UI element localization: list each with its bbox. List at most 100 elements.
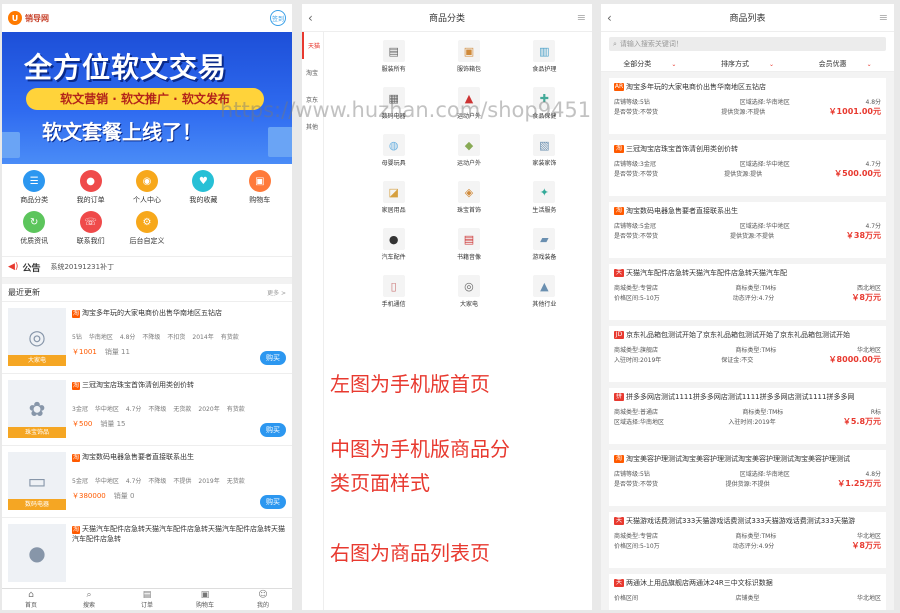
card-field: 4.8分 <box>865 98 882 106</box>
card-field: 华北地区 <box>857 594 882 602</box>
listing-card[interactable]: 天天猫汽车配件店急转天猫汽车配件店急转天猫汽车配 商城类型:专营店 商标类型:TM标… <box>609 264 886 320</box>
search-input[interactable]: ⌕ 请输入搜索关键词！ <box>609 37 886 51</box>
category-item[interactable]: ▤ 服装所有 <box>356 40 431 73</box>
sidebar-item[interactable]: 淘宝 <box>302 59 323 86</box>
tab-2[interactable]: ▤ 订单 <box>118 589 176 610</box>
quick-nav-item[interactable]: ☰ 商品分类 <box>6 170 62 205</box>
quick-nav-item[interactable]: ♥ 我的收藏 <box>175 170 231 205</box>
card-field: 商标类型:TM标 <box>735 532 777 540</box>
category-item[interactable]: ✚ 食品保健 <box>507 87 582 120</box>
sign-in-button[interactable]: 签到 <box>270 10 286 26</box>
price-row: ￥500 销量 15 <box>72 419 286 429</box>
buy-button[interactable]: 购买 <box>260 495 286 509</box>
menu-icon[interactable]: ≡ <box>879 11 888 24</box>
buy-button[interactable]: 购买 <box>260 423 286 437</box>
list-item[interactable]: ▭ 数码电器淘淘宝数码电器急售要者直接联系出生 5金冠 华中地区 4.7分 不降级 不提供 2… <box>2 446 292 518</box>
listing-card[interactable]: AR 淘宝多年玩的大家电商价出售华南地区五钻店 店铺等级:5钻 区域选择:华南地区 4.… <box>609 78 886 134</box>
quick-nav-item[interactable]: ◉ 个人中心 <box>119 170 175 205</box>
category-item[interactable]: ▲ 运动户外 <box>431 87 506 120</box>
title-text: 三冠淘宝店珠宝首饰清创用类创价转 <box>82 381 194 389</box>
sidebar-item[interactable]: 京东 <box>302 86 323 113</box>
nav-label: 联系我们 <box>76 237 105 245</box>
banner-pill: 软文营销 · 软文推广 · 软文发布 <box>26 88 264 110</box>
category-item[interactable]: ◪ 家居用品 <box>356 181 431 214</box>
tab-4[interactable]: ☺ 我的 <box>234 589 292 610</box>
category-item[interactable]: ▯ 手机通信 <box>356 275 431 308</box>
product-price: ￥500 <box>72 420 93 428</box>
card-field: 区域选择:华南地区 <box>739 470 790 478</box>
product-meta: 5钻 华南地区 4.8分 不降级 不扣货 2014年 有货款 <box>72 332 286 341</box>
category-item[interactable]: ▰ 游戏装备 <box>507 228 582 261</box>
category-item[interactable]: ▲ 其他行业 <box>507 275 582 308</box>
sidebar-item[interactable]: 其他 <box>302 113 323 140</box>
back-icon[interactable]: ‹ <box>308 11 313 25</box>
menu-icon[interactable]: ≡ <box>577 11 586 24</box>
more-link[interactable]: 更多 > <box>267 288 286 297</box>
category-item[interactable]: ◈ 珠宝首饰 <box>431 181 506 214</box>
meta-value: 2019年 <box>198 478 220 485</box>
platform-sidebar: 天猫 淘宝 京东 其他 <box>302 32 324 610</box>
product-info: 淘天猫汽车配件店急转天猫汽车配件店急转天猫汽车配件店急转天猫汽车配件店急转 <box>72 524 286 585</box>
quick-nav-item[interactable]: ☏ 联系我们 <box>62 211 118 246</box>
category-item[interactable]: ◎ 大家电 <box>431 275 506 308</box>
card-row: 商城类型:旗舰店 商标类型:TM标 华北地区 <box>614 344 881 354</box>
category-item[interactable]: ▤ 书籍音像 <box>431 228 506 261</box>
listing-card[interactable]: JD 京东礼品箱包测试开始了京东礼品箱包测试开始了京东礼品箱包测试开始 商城类型:旗… <box>609 326 886 382</box>
meta-value: 不提供 <box>173 478 192 485</box>
category-label: 生活服务 <box>532 207 557 214</box>
notice-bar[interactable]: ◀) 公告 系统20191231补丁 <box>2 256 292 278</box>
card-title: AR 淘宝多年玩的大家电商价出售华南地区五钻店 <box>614 82 881 92</box>
tab-1[interactable]: ⌕ 搜索 <box>60 589 118 610</box>
card-field: 商城类型:专营店 <box>614 532 659 540</box>
nav-label: 我的订单 <box>76 196 105 204</box>
sidebar-item[interactable]: 天猫 <box>302 32 323 59</box>
category-item[interactable]: ▦ 数码电器 <box>356 87 431 120</box>
title-text: 天猫游戏话费测试333天猫游戏话费测试333天猫游戏话费测试333天猫游 <box>626 517 856 525</box>
list-item[interactable]: ◎ 大家电淘淘宝多年玩的大家电商价出售华南地区五钻店 5钻 华南地区 4.8分 不降级 不扣… <box>2 302 292 374</box>
list-item[interactable]: ✿ 珠宝饰品淘三冠淘宝店珠宝首饰清创用类创价转 3金冠 华中地区 4.7分 不降级 无货款 2… <box>2 374 292 446</box>
card-field: 是否带货:不带货 <box>614 108 659 116</box>
category-item[interactable]: ▣ 服饰箱包 <box>431 40 506 73</box>
card-row: 商城类型:专营店 商标类型:TM标 华北地区 <box>614 530 881 540</box>
buy-button[interactable]: 购买 <box>260 351 286 365</box>
quick-nav-item[interactable]: ● 我的订单 <box>62 170 118 205</box>
site-logo[interactable]: U 销导网 <box>8 11 49 25</box>
category-item[interactable]: ▥ 食品护理 <box>507 40 582 73</box>
meta-value: 不降级 <box>148 406 167 413</box>
title-text: 淘宝数码电器急售要者直接联系出生 <box>82 453 194 461</box>
listing-card[interactable]: 天两通沐上用品旗舰店两通沐24R三中文标识数据 价格区间 店铺类型 华北地区 <box>609 574 886 610</box>
platform-badge: 天 <box>614 517 624 525</box>
platform-badge: 淘 <box>614 207 624 215</box>
quick-nav-item[interactable]: ▣ 购物车 <box>232 170 288 205</box>
listing-card[interactable]: 淘淘宝美容护理测试淘宝美容护理测试淘宝美容护理测试淘宝美容护理测试 店铺等级:5钻… <box>609 450 886 506</box>
category-item[interactable]: ◆ 运动户外 <box>431 134 506 167</box>
filter-2[interactable]: 会员优惠 ⌄ <box>819 59 872 69</box>
card-field: 商城类型:旗舰店 <box>614 346 659 354</box>
card-field: ￥8000.00元 <box>828 354 881 364</box>
list-item[interactable]: ● 淘天猫汽车配件店急转天猫汽车配件店急转天猫汽车配件店急转天猫汽车配件店急转 <box>2 518 292 590</box>
filter-1[interactable]: 排序方式 ⌄ <box>721 59 774 69</box>
listing-card[interactable]: 拼拼多多网店测试1111拼多多网店测试1111拼多多网店测试1111拼多多网 商城… <box>609 388 886 444</box>
back-icon[interactable]: ‹ <box>607 11 612 25</box>
category-icon: ◆ <box>457 134 480 156</box>
quick-nav-item[interactable]: ↻ 优质资讯 <box>6 211 62 246</box>
category-item[interactable]: ▧ 家装家饰 <box>507 134 582 167</box>
quick-nav-item[interactable]: ⚙ 后台自定义 <box>119 211 175 246</box>
filter-0[interactable]: 全部分类 ⌄ <box>623 59 676 69</box>
listing-card[interactable]: 淘淘宝数码电器急售要者直接联系出生 店铺等级:5金冠 区域选择:华中地区 4.7分 是否… <box>609 202 886 258</box>
platform-badge: 天 <box>614 579 624 587</box>
category-item[interactable]: ◍ 母婴玩具 <box>356 134 431 167</box>
product-info: 淘三冠淘宝店珠宝首饰清创用类创价转 3金冠 华中地区 4.7分 不降级 无货款 2020年有… <box>72 380 286 441</box>
listing-card[interactable]: 天天猫游戏话费测试333天猫游戏话费测试333天猫游戏话费测试333天猫游商城类… <box>609 512 886 568</box>
category-item[interactable]: ✦ 生活服务 <box>507 181 582 214</box>
category-item[interactable]: ● 汽车配件 <box>356 228 431 261</box>
card-row: 店铺等级:5钻 区域选择:华南地区 4.8分 <box>614 96 881 106</box>
category-label: 汽车配件 <box>381 254 406 261</box>
tab-3[interactable]: ▣ 购物车 <box>176 589 234 610</box>
tab-0[interactable]: ⌂ 首页 <box>2 589 60 610</box>
logo-text: 销导网 <box>25 13 49 23</box>
card-field: 商城类型:普通店 <box>614 408 659 416</box>
listing-card[interactable]: 淘三冠淘宝店珠宝首饰清创用类创价转 店铺等级:3金冠 区域选择:华中地区 4.7分 是否… <box>609 140 886 196</box>
promo-banner[interactable]: 全方位软文交易 软文营销 · 软文推广 · 软文发布 软文套餐上线了！ <box>2 32 292 164</box>
card-field: 华北地区 <box>857 532 882 540</box>
